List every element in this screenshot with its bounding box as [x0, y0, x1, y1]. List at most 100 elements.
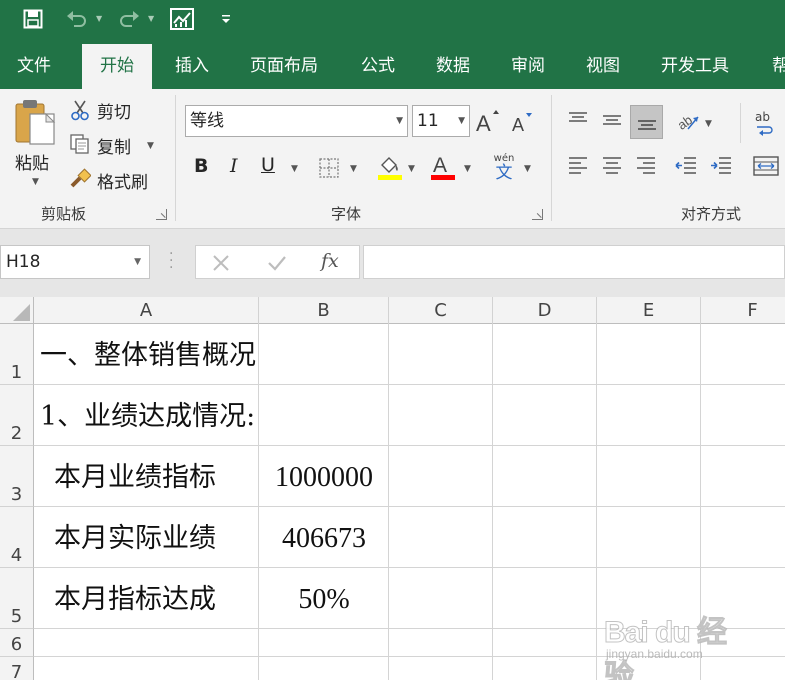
quick-access-toolbar: ▼ ▼: [0, 0, 785, 40]
tab-insert[interactable]: 插入: [175, 40, 209, 89]
bold-button[interactable]: B: [194, 155, 208, 177]
formula-input[interactable]: [363, 245, 785, 279]
decrease-indent-icon[interactable]: [673, 153, 699, 179]
watermark: Bai du 经验 jingyan.baidu.com: [600, 595, 750, 680]
font-launcher-icon[interactable]: [532, 209, 543, 220]
align-middle-icon[interactable]: [599, 107, 625, 133]
font-name-value: 等线: [190, 111, 224, 131]
cut-icon[interactable]: [68, 99, 92, 121]
phonetic-guide-icon[interactable]: wén 文: [486, 151, 522, 183]
undo-dropdown-icon[interactable]: ▼: [96, 14, 102, 23]
wrap-text-icon[interactable]: ab: [755, 107, 785, 139]
customize-icon[interactable]: [216, 4, 236, 34]
chart-icon[interactable]: [168, 4, 196, 34]
tab-data[interactable]: 数据: [436, 40, 470, 89]
font-color-dropdown-icon[interactable]: ▼: [464, 164, 471, 174]
chevron-down-icon[interactable]: ▼: [458, 106, 465, 136]
cell-b4[interactable]: 406673: [259, 509, 389, 569]
tab-file[interactable]: 文件: [17, 40, 51, 89]
column-header-c[interactable]: C: [389, 297, 493, 324]
italic-button[interactable]: I: [230, 155, 238, 177]
cancel-icon[interactable]: [210, 252, 232, 274]
column-header-b[interactable]: B: [259, 297, 389, 324]
undo-icon[interactable]: [62, 4, 92, 34]
resize-grip-icon[interactable]: · · ·: [169, 247, 173, 275]
select-all-button[interactable]: [0, 297, 34, 324]
cell-a5[interactable]: 本月指标达成: [54, 570, 216, 630]
format-painter-icon[interactable]: [68, 168, 92, 190]
format-painter-label[interactable]: 格式刷: [97, 168, 148, 193]
clipboard-group-label: 剪贴板: [41, 205, 87, 223]
tab-view[interactable]: 视图: [586, 40, 620, 89]
name-box[interactable]: H18 ▼: [0, 245, 150, 279]
enter-icon[interactable]: [266, 252, 288, 274]
cell-a2[interactable]: 1、业绩达成情况:: [40, 387, 255, 447]
save-icon[interactable]: [20, 4, 46, 34]
phonetic-dropdown-icon[interactable]: ▼: [524, 164, 531, 174]
cell-a3[interactable]: 本月业绩指标: [54, 448, 216, 508]
font-name-combo[interactable]: 等线 ▼: [185, 105, 408, 137]
row-header-7[interactable]: 7: [0, 657, 34, 680]
formula-bar: H18 ▼ · · · fx: [0, 229, 785, 297]
tab-formulas[interactable]: 公式: [361, 40, 395, 89]
chevron-down-icon[interactable]: ▼: [134, 246, 141, 278]
column-header-e[interactable]: E: [597, 297, 701, 324]
copy-label[interactable]: 复制: [97, 133, 131, 158]
font-color-icon[interactable]: A: [430, 151, 456, 181]
increase-indent-icon[interactable]: [708, 153, 734, 179]
cell-a4[interactable]: 本月实际业绩: [54, 509, 216, 569]
paste-label[interactable]: 粘贴: [15, 149, 49, 174]
align-left-icon[interactable]: [565, 153, 591, 179]
tab-developer[interactable]: 开发工具: [661, 40, 729, 89]
row-header-2[interactable]: 2: [0, 385, 34, 446]
row-header-3[interactable]: 3: [0, 446, 34, 507]
cut-label[interactable]: 剪切: [97, 98, 131, 123]
column-header-d[interactable]: D: [493, 297, 597, 324]
tab-review[interactable]: 审阅: [511, 40, 545, 89]
watermark-url: jingyan.baidu.com: [606, 647, 703, 661]
font-color-glyph: A: [433, 154, 447, 177]
copy-icon[interactable]: [68, 133, 92, 155]
row-header-6[interactable]: 6: [0, 629, 34, 657]
grow-font-icon[interactable]: A: [475, 107, 501, 135]
row-header-4[interactable]: 4: [0, 507, 34, 568]
row-header-1[interactable]: 1: [0, 324, 34, 385]
orientation-dropdown-icon[interactable]: ▼: [705, 119, 712, 129]
cell-a1[interactable]: 一、整体销售概况: [40, 326, 256, 386]
paste-dropdown-icon[interactable]: ▼: [32, 177, 39, 187]
formula-buttons: fx: [195, 245, 360, 279]
border-icon[interactable]: [318, 157, 340, 179]
orientation-icon[interactable]: ab: [674, 107, 702, 133]
underline-dropdown-icon[interactable]: ▼: [291, 164, 298, 174]
chevron-down-icon[interactable]: ▼: [396, 106, 403, 136]
tab-home[interactable]: 开始: [82, 44, 152, 89]
redo-icon[interactable]: [114, 4, 144, 34]
fill-color-icon[interactable]: [377, 153, 403, 181]
align-center-icon[interactable]: [599, 153, 625, 179]
column-headers: A B C D E F: [0, 297, 785, 324]
align-top-icon[interactable]: [565, 107, 591, 133]
paste-icon[interactable]: [10, 97, 60, 149]
cell-b3[interactable]: 1000000: [259, 448, 389, 508]
tab-help[interactable]: 帮: [772, 40, 785, 89]
clipboard-launcher-icon[interactable]: [156, 209, 167, 220]
column-header-f[interactable]: F: [701, 297, 785, 324]
underline-button[interactable]: U: [261, 154, 275, 176]
shrink-font-icon[interactable]: A: [510, 109, 536, 135]
alignment-group-label: 对齐方式: [681, 205, 742, 223]
align-bottom-icon[interactable]: [630, 105, 663, 139]
align-right-icon[interactable]: [633, 153, 659, 179]
copy-dropdown-icon[interactable]: ▼: [147, 141, 154, 151]
fill-color-dropdown-icon[interactable]: ▼: [408, 164, 415, 174]
merge-center-icon[interactable]: [752, 153, 780, 179]
row-header-5[interactable]: 5: [0, 568, 34, 629]
insert-function-icon[interactable]: fx: [321, 250, 339, 272]
font-size-combo[interactable]: 11 ▼: [412, 105, 470, 137]
grid-line: [596, 324, 597, 680]
cell-b5[interactable]: 50%: [259, 570, 389, 630]
border-dropdown-icon[interactable]: ▼: [350, 164, 357, 174]
column-header-a[interactable]: A: [34, 297, 259, 324]
wrap-text-glyph: ab: [755, 109, 770, 124]
redo-dropdown-icon[interactable]: ▼: [148, 14, 154, 23]
tab-page-layout[interactable]: 页面布局: [250, 40, 318, 89]
